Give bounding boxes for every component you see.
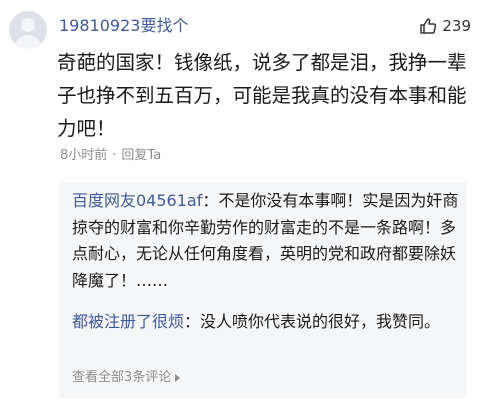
reply-button[interactable]: 回复Ta: [121, 148, 161, 163]
reply-item[interactable]: 百度网友04561af：不是你没有本事啊！实是因为奸商掠夺的财富和你辛勤劳作的财…: [72, 188, 460, 294]
comment-meta: 8小时前 · 回复Ta: [60, 146, 161, 166]
comment-text: 奇葩的国家！钱像纸，说多了都是泪，我挣一辈子也挣不到五百万，可能是我真的没有本事…: [57, 51, 467, 140]
comment-username[interactable]: 19810923要找个: [59, 14, 188, 38]
avatar-head: [21, 18, 35, 32]
like-button[interactable]: 239: [419, 14, 471, 38]
reply-username[interactable]: 都被注册了很烦: [72, 312, 184, 331]
like-count: 239: [442, 17, 471, 35]
view-all-label: 查看全部3条评论: [72, 370, 172, 385]
meta-separator: ·: [112, 148, 117, 163]
replies-box: 百度网友04561af：不是你没有本事啊！实是因为奸商掠夺的财富和你辛勤劳作的财…: [59, 182, 466, 398]
thumbs-up-icon: [420, 18, 437, 34]
reply-text: ：没人喷你代表说的很好，我赞同。: [184, 312, 441, 331]
view-all-comments-link[interactable]: 查看全部3条评论: [72, 368, 181, 388]
reply-item[interactable]: 都被注册了很烦：没人喷你代表说的很好，我赞同。: [72, 309, 460, 336]
reply-username[interactable]: 百度网友04561af: [72, 191, 202, 210]
user-avatar[interactable]: [9, 11, 47, 49]
triangle-right-icon: [175, 374, 181, 382]
comment-time: 8小时前: [60, 148, 108, 163]
avatar-shoulders: [15, 35, 41, 49]
